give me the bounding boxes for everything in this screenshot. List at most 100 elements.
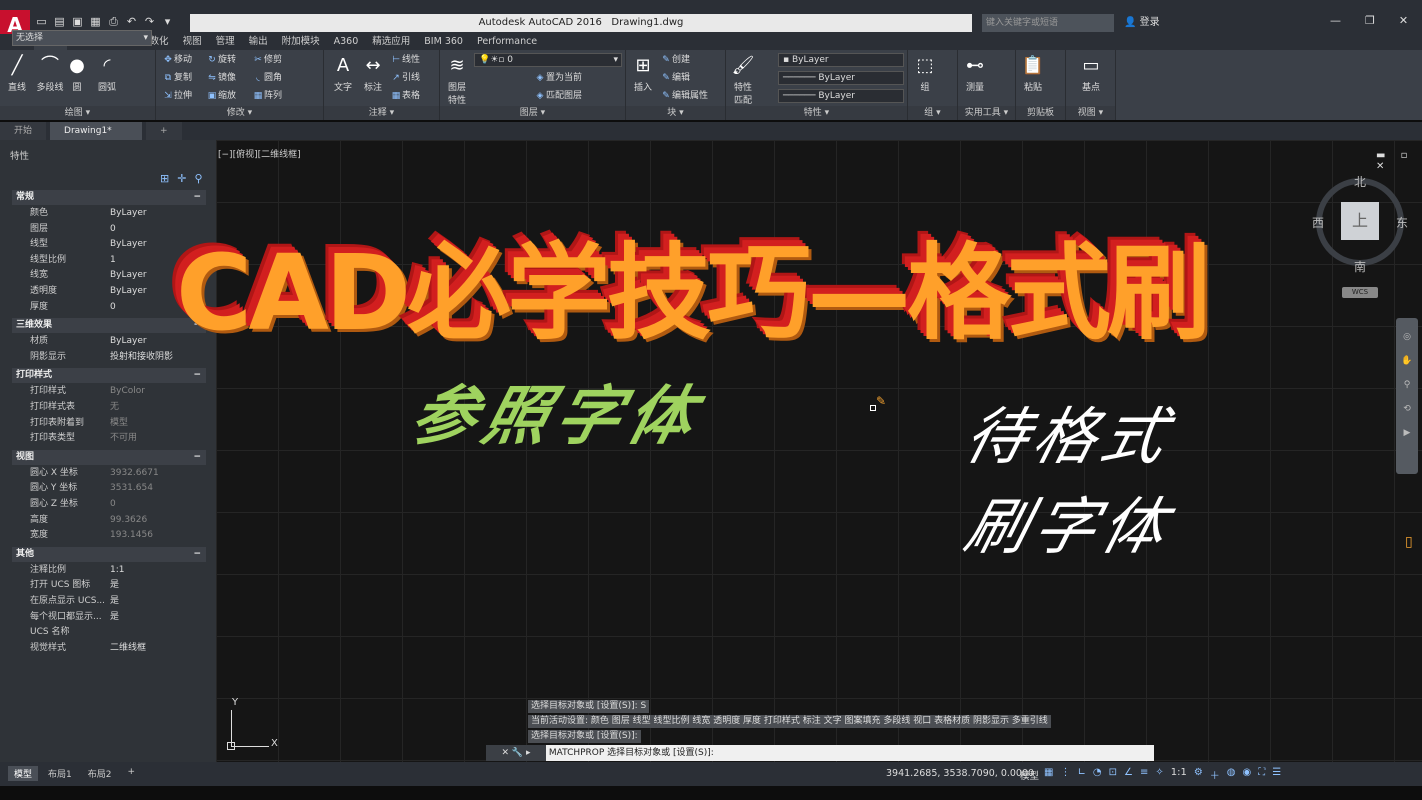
snap-icon[interactable]: ⋮	[1060, 767, 1070, 782]
toggle-pickadd-icon[interactable]: ⊞	[160, 172, 177, 185]
property-row[interactable]: 圆心 Z 坐标 0	[12, 497, 206, 513]
compass-east[interactable]: 东	[1396, 214, 1408, 231]
pan-icon[interactable]: ✋	[1396, 356, 1418, 366]
annotation-scale[interactable]: 1:1	[1171, 767, 1187, 782]
collapse-icon[interactable]: −	[193, 547, 201, 562]
properties-panel-label[interactable]: 特性 ▾	[726, 106, 907, 120]
property-row[interactable]: 打印样式表 无	[12, 400, 206, 416]
move-button[interactable]: ✥ 移动	[162, 52, 192, 68]
redo-icon[interactable]: ↷	[142, 14, 157, 29]
property-row[interactable]: 高度 99.3626	[12, 513, 206, 529]
stretch-button[interactable]: ⇲ 拉伸	[162, 88, 192, 104]
property-row[interactable]: 打印样式 ByColor	[12, 384, 206, 400]
property-row[interactable]: 打印表附着到 模型	[12, 416, 206, 432]
ribbon-tab[interactable]: 精选应用	[365, 34, 417, 50]
block-panel-label[interactable]: 块 ▾	[626, 106, 725, 120]
ribbon-tab[interactable]: A360	[327, 34, 366, 50]
showmotion-icon[interactable]: ▶	[1396, 428, 1418, 438]
target-text-line2[interactable]: 刷字体	[957, 476, 1183, 566]
ribbon-tab[interactable]: BIM 360	[417, 34, 470, 50]
document-tab[interactable]: 开始	[0, 122, 47, 140]
undo-icon[interactable]: ↶	[124, 14, 139, 29]
line-button[interactable]: ╱ 直线	[4, 54, 30, 93]
minimize-icon[interactable]: —	[1330, 14, 1341, 27]
compass-north[interactable]: 北	[1354, 173, 1366, 190]
compass-west[interactable]: 西	[1312, 214, 1324, 231]
selection-dropdown[interactable]: 无选择 ▾	[12, 30, 152, 46]
ortho-icon[interactable]: ∟	[1077, 767, 1085, 782]
add-layout-button[interactable]: +	[121, 766, 141, 781]
property-row[interactable]: UCS 名称	[12, 625, 206, 641]
fullscreen-icon[interactable]: ⛶	[1258, 767, 1265, 782]
lineweight-icon[interactable]: ≡	[1140, 767, 1148, 782]
layout-tab[interactable]: 模型	[8, 766, 39, 781]
property-section-header[interactable]: 打印样式 −	[12, 368, 206, 384]
utilities-panel-label[interactable]: 实用工具 ▾	[958, 106, 1015, 120]
circle-button[interactable]: ● 圆	[64, 54, 90, 93]
property-section-header[interactable]: 视图 −	[12, 449, 206, 465]
property-row[interactable]: 圆心 X 坐标 3932.6671	[12, 466, 206, 482]
new-tab-button[interactable]: +	[146, 122, 182, 140]
ribbon-tab[interactable]: 附加模块	[275, 34, 327, 50]
close-icon[interactable]: ✕	[1399, 14, 1408, 27]
rotate-button[interactable]: ↻ 旋转	[206, 52, 236, 68]
trim-button[interactable]: ✂ 修剪	[252, 52, 282, 68]
coordinate-readout[interactable]: 3941.2685, 3538.7090, 0.0000	[886, 768, 1034, 779]
draw-panel-label[interactable]: 绘图 ▾	[0, 106, 155, 120]
edit-attr-button[interactable]: ✎ 编辑属性	[660, 88, 708, 104]
property-row[interactable]: 打开 UCS 图标 是	[12, 578, 206, 594]
saveas-icon[interactable]: ▦	[88, 14, 103, 29]
collapse-icon[interactable]: −	[193, 450, 201, 465]
ribbon-tab[interactable]: 输出	[242, 34, 275, 50]
match-layer-button[interactable]: ◈ 匹配图层	[534, 88, 582, 104]
layer-dropdown[interactable]: 💡☀▫ 0 ▾	[474, 53, 622, 67]
layer-properties-button[interactable]: ≋ 图层特性	[444, 54, 470, 106]
groups-panel-label[interactable]: 组 ▾	[908, 106, 957, 120]
property-row[interactable]: 在原点显示 UCS... 是	[12, 594, 206, 610]
steering-wheel-icon[interactable]: ◎	[1396, 332, 1418, 342]
create-block-button[interactable]: ✎ 创建	[660, 52, 690, 68]
wcs-menu[interactable]: WCS	[1342, 287, 1378, 298]
arc-button[interactable]: ◜ 圆弧	[94, 54, 120, 93]
match-properties-button[interactable]: 🖌 特性匹配	[730, 54, 756, 106]
ribbon-tab[interactable]: 视图	[176, 34, 209, 50]
polar-icon[interactable]: ◔	[1093, 767, 1102, 782]
property-row[interactable]: 视觉样式 二维线框	[12, 641, 206, 657]
base-view-button[interactable]: ▭ 基点	[1078, 54, 1104, 93]
isolate-icon[interactable]: ◍	[1227, 767, 1236, 782]
model-space-toggle[interactable]: 模型	[1020, 768, 1039, 782]
scale-button[interactable]: ▣ 缩放	[206, 88, 236, 104]
lineweight-dropdown[interactable]: ────── ByLayer	[778, 89, 904, 103]
add-icon[interactable]: ＋	[1210, 767, 1220, 782]
edit-block-button[interactable]: ✎ 编辑	[660, 70, 690, 86]
save-icon[interactable]: ▣	[70, 14, 85, 29]
viewport-controls-label[interactable]: [−][俯视][二维线框]	[218, 147, 301, 160]
collapse-icon[interactable]: −	[193, 368, 201, 383]
workspace-gear-icon[interactable]: ⚙	[1194, 767, 1203, 782]
array-button[interactable]: ▦ 阵列	[252, 88, 282, 104]
grid-icon[interactable]: ▦	[1044, 767, 1053, 782]
otrack-icon[interactable]: ∠	[1124, 767, 1133, 782]
modify-panel-label[interactable]: 修改 ▾	[156, 106, 323, 120]
table-button[interactable]: ▦ 表格	[390, 88, 420, 104]
fillet-button[interactable]: ◟ 圆角	[252, 70, 282, 86]
dropdown-icon[interactable]: ▾	[160, 14, 175, 29]
orbit-icon[interactable]: ⟲	[1396, 404, 1418, 414]
ribbon-tab[interactable]: 管理	[209, 34, 242, 50]
property-row[interactable]: 圆心 Y 坐标 3531.654	[12, 481, 206, 497]
reference-text[interactable]: 参照字体	[403, 365, 714, 457]
hardware-accel-icon[interactable]: ◉	[1243, 767, 1252, 782]
mirror-button[interactable]: ⇋ 镜像	[206, 70, 236, 86]
property-row[interactable]: 注释比例 1:1	[12, 563, 206, 579]
property-row[interactable]: 每个视口都显示... 是	[12, 610, 206, 626]
osnap-icon[interactable]: ⊡	[1109, 767, 1117, 782]
zoom-icon[interactable]: ⚲	[1396, 380, 1418, 390]
login-button[interactable]: 👤 登录	[1124, 14, 1160, 32]
polyline-button[interactable]: ⌒ 多段线	[34, 54, 66, 93]
target-text-line1[interactable]: 待格式	[957, 386, 1183, 476]
property-section-header[interactable]: 常规 −	[12, 190, 206, 205]
open-icon[interactable]: ▤	[52, 14, 67, 29]
dimension-button[interactable]: ↔ 标注	[360, 54, 386, 93]
text-button[interactable]: A 文字	[330, 54, 356, 93]
command-line-tools[interactable]: ✕ 🔧 ▸	[486, 745, 546, 761]
